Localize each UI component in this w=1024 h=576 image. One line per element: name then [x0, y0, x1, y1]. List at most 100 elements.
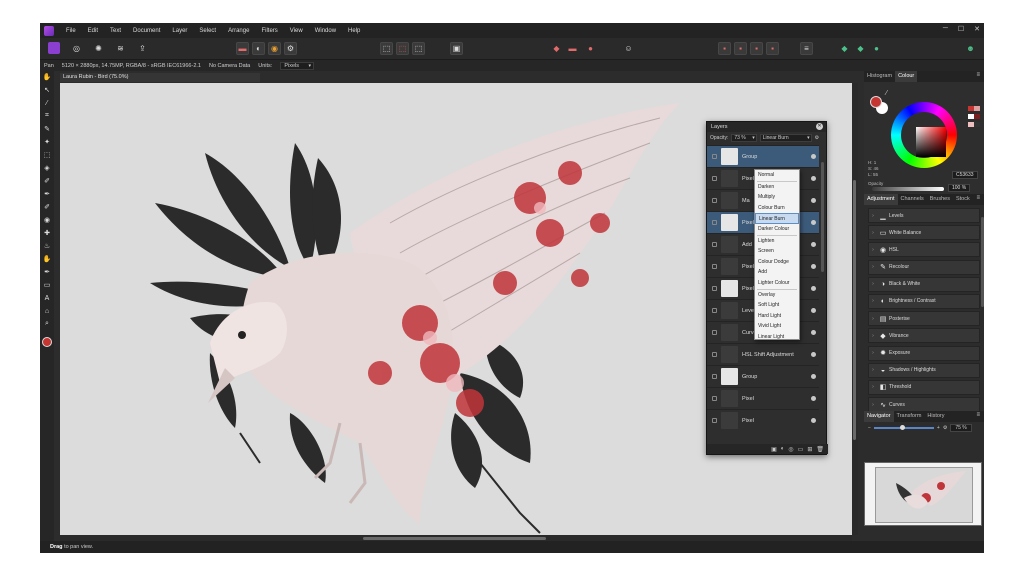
healing-brush-icon[interactable]: ✚ — [42, 228, 52, 238]
assistant-icon[interactable]: ☺ — [622, 42, 635, 55]
tab-navigator[interactable]: Navigator — [864, 411, 894, 422]
layer-group-icon[interactable]: ▭ — [798, 446, 804, 453]
opacity-value[interactable]: 100 % — [948, 184, 970, 192]
blend-option[interactable]: Colour Dodge — [755, 257, 799, 268]
layers-panel-header[interactable]: Layers ✕ — [707, 122, 826, 132]
deselect-icon[interactable]: ⬚ — [396, 42, 409, 55]
menu-select[interactable]: Select — [193, 28, 222, 34]
tab-channels[interactable]: Channels — [898, 194, 927, 205]
menu-document[interactable]: Document — [127, 28, 166, 34]
blend-option[interactable]: Overlay — [755, 290, 799, 301]
adjustment-item-threshold[interactable]: › ◧ Threshold — [868, 379, 980, 395]
blend-option[interactable]: Lighten — [755, 236, 799, 247]
red-eye-icon[interactable]: ◉ — [42, 215, 52, 225]
visibility-dot-icon[interactable] — [811, 330, 816, 335]
document-tab[interactable]: Laura Rubin - Bird (75.0%) — [60, 73, 260, 82]
blend-option[interactable]: Screen — [755, 246, 799, 257]
account-icon[interactable]: ☻ — [964, 42, 977, 55]
visibility-dot-icon[interactable] — [811, 220, 816, 225]
photo-persona-icon[interactable] — [48, 42, 60, 54]
view-tool-icon[interactable]: ✋ — [42, 72, 52, 82]
tab-stock[interactable]: Stock — [953, 194, 973, 205]
navigator-preview[interactable] — [864, 462, 982, 526]
vertical-scroll-thumb[interactable] — [853, 180, 856, 440]
blend-option[interactable]: Soft Light — [755, 300, 799, 311]
adjustment-item-recolour[interactable]: › ✎ Recolour — [868, 259, 980, 275]
panel-menu-icon[interactable]: ≡ — [976, 195, 980, 201]
layer-row[interactable]: Group — [707, 365, 819, 387]
layers-scrollbar[interactable] — [821, 162, 824, 272]
adjustment-item-hsl[interactable]: › ◉ HSL — [868, 242, 980, 258]
blend-option[interactable]: Darker Colour — [755, 224, 799, 235]
layer-row[interactable]: Group — [707, 145, 819, 167]
blend-option[interactable]: Add — [755, 267, 799, 278]
layer-row[interactable]: Pixel — [707, 409, 819, 431]
menu-edit[interactable]: Edit — [82, 28, 104, 34]
menu-layer[interactable]: Layer — [166, 28, 193, 34]
clone-tool-icon[interactable]: ✐ — [42, 202, 52, 212]
blend-option[interactable]: Darken — [755, 182, 799, 193]
invert-selection-icon[interactable]: ⬚ — [412, 42, 425, 55]
opacity-slider[interactable] — [872, 187, 944, 191]
arrange-backward-icon[interactable]: ▪ — [734, 42, 747, 55]
arrange-front-icon[interactable]: ▪ — [766, 42, 779, 55]
layers-close-icon[interactable]: ✕ — [816, 123, 823, 130]
visibility-dot-icon[interactable] — [811, 286, 816, 291]
zoom-options-icon[interactable]: ⚙ — [943, 425, 947, 431]
eyedropper-icon[interactable]: ⁄ — [886, 90, 887, 97]
text-tool-icon[interactable]: A — [42, 293, 52, 303]
adjustment-item-levels[interactable]: › ▁ Levels — [868, 208, 980, 223]
develop-persona-icon[interactable]: ✺ — [92, 42, 105, 55]
move-tool-icon[interactable]: ↖ — [42, 85, 52, 95]
flood-select-icon[interactable]: ✦ — [42, 137, 52, 147]
visibility-dot-icon[interactable] — [811, 308, 816, 313]
selection-brush-icon[interactable]: ✎ — [42, 124, 52, 134]
crop-tool-icon[interactable]: ⌗ — [42, 111, 52, 121]
visibility-dot-icon[interactable] — [811, 374, 816, 379]
auto-white-balance-icon[interactable]: ⚙ — [284, 42, 297, 55]
visibility-dot-icon[interactable] — [811, 154, 816, 159]
adjustment-item-brightness[interactable]: › ◐ Brightness / Contrast — [868, 293, 980, 309]
menu-text[interactable]: Text — [104, 28, 127, 34]
menu-help[interactable]: Help — [342, 28, 366, 34]
snapping-icon[interactable]: ● — [584, 42, 597, 55]
adjustment-item-curves[interactable]: › ∿ Curves — [868, 397, 980, 413]
recent-swatch[interactable] — [974, 122, 980, 127]
minimize-icon[interactable]: ─ — [943, 25, 948, 33]
color-swatch-icon[interactable] — [42, 337, 52, 347]
adjustment-item-vibrance[interactable]: › ◆ Vibrance — [868, 328, 980, 344]
tab-adjustment[interactable]: Adjustment — [864, 194, 898, 205]
adjustment-item-posterise[interactable]: › ▤ Posterise — [868, 311, 980, 327]
layer-fx-icon[interactable]: ▣ — [771, 446, 777, 453]
blend-mode-select[interactable]: Linear Burn — [759, 133, 812, 142]
menu-arrange[interactable]: Arrange — [222, 28, 255, 34]
units-select[interactable]: Pixels — [280, 61, 314, 70]
visibility-dot-icon[interactable] — [811, 418, 816, 423]
auto-colours-icon[interactable]: ◉ — [268, 42, 281, 55]
opacity-select[interactable]: 73 % — [731, 133, 757, 142]
pen-tool-icon[interactable]: ✒ — [42, 267, 52, 277]
blend-option[interactable]: Vivid Light — [755, 321, 799, 332]
adjustment-item-white-balance[interactable]: › ▭ White Balance — [868, 225, 980, 241]
blend-option[interactable]: Hard Light — [755, 311, 799, 322]
close-icon[interactable]: ✕ — [974, 25, 980, 33]
dodge-tool-icon[interactable]: ✒ — [42, 189, 52, 199]
panel-menu-icon[interactable]: ≡ — [976, 412, 980, 418]
quick-mask-icon[interactable]: ▣ — [450, 42, 463, 55]
tab-colour[interactable]: Colour — [895, 71, 918, 82]
saturation-square[interactable] — [916, 127, 946, 157]
menu-window[interactable]: Window — [309, 28, 342, 34]
smudge-brush-icon[interactable]: ✋ — [42, 254, 52, 264]
blend-option-selected[interactable]: Linear Burn — [755, 213, 799, 224]
blend-option[interactable]: Colour Burn — [755, 203, 799, 214]
mode-icon[interactable]: ◆ — [550, 42, 563, 55]
flood-fill-icon[interactable]: ◈ — [42, 163, 52, 173]
blend-option[interactable]: Lighter Colour — [755, 278, 799, 289]
visibility-dot-icon[interactable] — [811, 352, 816, 357]
blend-option[interactable]: Linear Light — [755, 332, 799, 343]
zoom-tool-icon[interactable]: ⌕ — [42, 319, 52, 329]
mode-alt-icon[interactable]: ▬ — [566, 42, 579, 55]
layer-mask-icon[interactable]: ◎ — [788, 446, 793, 453]
arrange-forward-icon[interactable]: ▪ — [750, 42, 763, 55]
foreground-swatch[interactable] — [870, 96, 882, 108]
